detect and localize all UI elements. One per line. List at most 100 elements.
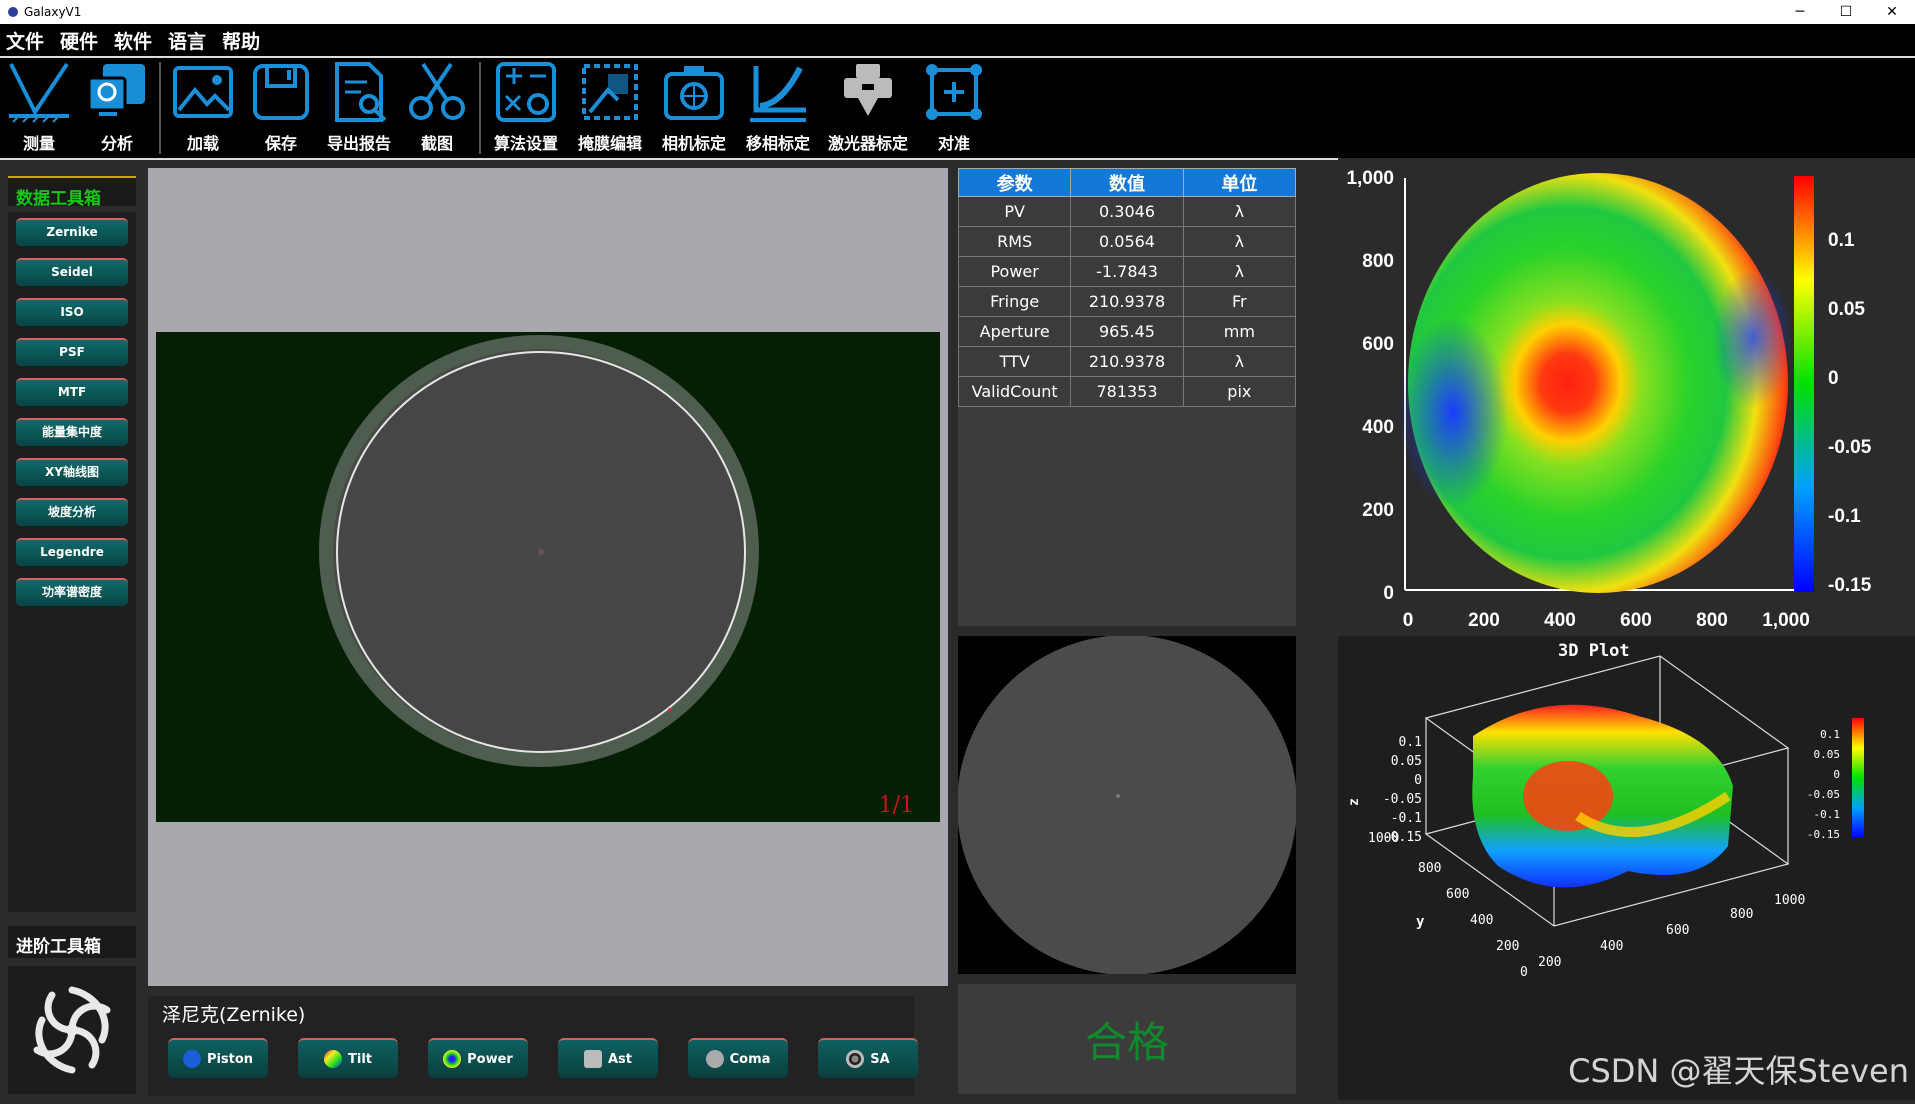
3d-cbar-tick: -0.1 [1814, 808, 1841, 821]
3d-surface-peak [1523, 761, 1613, 831]
menu-bar: 文件 硬件 软件 语言 帮助 [0, 24, 1915, 56]
maximize-button[interactable]: ☐ [1823, 0, 1869, 24]
3d-y-tick: 1000 [1368, 831, 1399, 846]
analysis-icon [87, 64, 145, 116]
3d-z-tick: 0 [1414, 773, 1422, 788]
surface-map-plot: 0.1 0.05 0 -0.05 -0.1 -0.15 1,000 800 60… [1346, 168, 1871, 631]
3d-plot-panel[interactable]: 3D Plot 0.1 0.05 0 -0.05 -0.1 -0.15 0.1 … [1338, 636, 1915, 1100]
sa-button[interactable]: SA [818, 1038, 918, 1078]
iso-tool-button[interactable]: ISO [16, 298, 128, 326]
3d-cbar-tick: 0.05 [1814, 748, 1841, 761]
camera-calibration-button[interactable]: 相机标定 [652, 58, 736, 158]
phase-shift-calibration-label: 移相标定 [745, 134, 810, 153]
close-button[interactable]: ✕ [1869, 0, 1915, 24]
x-tick: 0 [1403, 610, 1414, 631]
cell-unit: Fr [1182, 286, 1297, 317]
pass-fail-panel: 合格 [958, 984, 1296, 1094]
table-row: ValidCount 781353 pix [957, 376, 1297, 407]
tilt-label: Tilt [348, 1051, 372, 1067]
piston-icon [182, 1050, 201, 1068]
low-region-right [1713, 268, 1793, 408]
cell-unit: λ [1182, 226, 1297, 257]
3d-z-tick: -0.1 [1391, 811, 1422, 826]
x-tick: 200 [1468, 610, 1500, 631]
3d-cbar-tick: 0.1 [1820, 728, 1840, 741]
measure-button[interactable]: 测量 [0, 58, 78, 158]
analysis-button[interactable]: 分析 [78, 58, 156, 158]
alignment-label: 对准 [937, 134, 970, 153]
algorithm-settings-button[interactable]: 算法设置 [484, 58, 568, 158]
x-tick: 400 [1544, 610, 1576, 631]
coma-label: Coma [729, 1051, 771, 1067]
data-toolbox-title[interactable]: 数据工具箱 [8, 176, 136, 209]
cell-unit: pix [1182, 376, 1297, 407]
3d-x-ticks: 200 400 600 800 1000 [1538, 893, 1805, 970]
save-button[interactable]: 保存 [242, 58, 320, 158]
load-button[interactable]: 加载 [164, 58, 242, 158]
laser-calibration-icon [844, 64, 892, 116]
cell-value: -1.7843 [1070, 256, 1184, 287]
y-tick: 200 [1362, 500, 1394, 521]
menu-help[interactable]: 帮助 [222, 27, 260, 54]
y-tick: 0 [1383, 583, 1394, 604]
phase-shift-calibration-button[interactable]: 移相标定 [736, 58, 820, 158]
title-bar: GalaxyV1 ─ ☐ ✕ [0, 0, 1915, 24]
laser-calibration-button[interactable]: 激光器标定 [820, 58, 916, 158]
3d-y-tick: 800 [1418, 861, 1441, 876]
interferogram-thumbnail[interactable] [957, 635, 1297, 975]
3d-y-tick: 200 [1496, 939, 1519, 954]
cbar-tick: 0.05 [1828, 299, 1865, 320]
3d-cbar-tick: -0.05 [1807, 788, 1840, 801]
y-tick: 600 [1362, 334, 1394, 355]
cell-unit: λ [1182, 196, 1297, 227]
table-row: RMS 0.0564 λ [957, 226, 1297, 257]
results-table: 参数 数值 单位 PV 0.3046 λ RMS 0.0564 λ Power -1.78… [957, 168, 1297, 407]
surface-map-panel[interactable]: 0.1 0.05 0 -0.05 -0.1 -0.15 1,000 800 60… [1338, 158, 1915, 634]
interferogram-viewer[interactable]: 1/1 [156, 332, 940, 822]
export-report-button[interactable]: 导出报告 [320, 58, 398, 158]
x-tick: 600 [1620, 610, 1652, 631]
measure-icon [9, 62, 69, 123]
menu-hardware[interactable]: 硬件 [60, 27, 98, 54]
3d-x-tick: 1000 [1774, 893, 1805, 908]
psd-tool-button[interactable]: 功率谱密度 [16, 578, 128, 606]
legendre-tool-button[interactable]: Legendre [16, 538, 128, 566]
mask-edit-button[interactable]: 掩膜编辑 [568, 58, 652, 158]
cell-parameter: ValidCount [957, 376, 1072, 407]
psf-tool-button[interactable]: PSF [16, 338, 128, 366]
x-ticks: 0 200 400 600 800 1,000 [1403, 610, 1810, 631]
seidel-tool-button[interactable]: Seidel [16, 258, 128, 286]
slope-analysis-tool-button[interactable]: 坡度分析 [16, 498, 128, 526]
screenshot-button[interactable]: 截图 [398, 58, 476, 158]
table-row: TTV 210.9378 λ [957, 346, 1297, 377]
mtf-tool-button[interactable]: MTF [16, 378, 128, 406]
cell-parameter: Power [957, 256, 1072, 287]
algorithm-settings-label: 算法设置 [493, 134, 558, 153]
menu-file[interactable]: 文件 [6, 27, 44, 54]
zernike-tool-button[interactable]: Zernike [16, 218, 128, 246]
cell-unit: λ [1182, 256, 1297, 287]
3d-z-axis-label: z [1347, 798, 1362, 806]
table-row: Fringe 210.9378 Fr [957, 286, 1297, 317]
ast-button[interactable]: Ast [558, 1038, 658, 1078]
menu-software[interactable]: 软件 [114, 27, 152, 54]
zernike-panel: 泽尼克(Zernike) Piston Tilt Power Ast Coma … [148, 996, 918, 1096]
save-icon [253, 64, 309, 120]
y-tick: 400 [1362, 417, 1394, 438]
tilt-button[interactable]: Tilt [298, 1038, 398, 1078]
zernike-panel-title: 泽尼克(Zernike) [162, 1004, 306, 1026]
coma-button[interactable]: Coma [688, 1038, 788, 1078]
piston-button[interactable]: Piston [168, 1038, 268, 1078]
xy-profile-tool-button[interactable]: XY轴线图 [16, 458, 128, 486]
power-button[interactable]: Power [428, 1038, 528, 1078]
spherical-aberration-icon [846, 1050, 865, 1068]
galaxy-logo [8, 966, 136, 1094]
cbar-tick: 0.1 [1828, 230, 1855, 251]
minimize-button[interactable]: ─ [1777, 0, 1823, 24]
alignment-button[interactable]: 对准 [916, 58, 992, 158]
cell-parameter: RMS [957, 226, 1072, 257]
menu-language[interactable]: 语言 [168, 27, 206, 54]
table-row: Aperture 965.45 mm [957, 316, 1297, 347]
encircled-energy-tool-button[interactable]: 能量集中度 [16, 418, 128, 446]
advanced-toolbox-title[interactable]: 进阶工具箱 [8, 926, 136, 958]
